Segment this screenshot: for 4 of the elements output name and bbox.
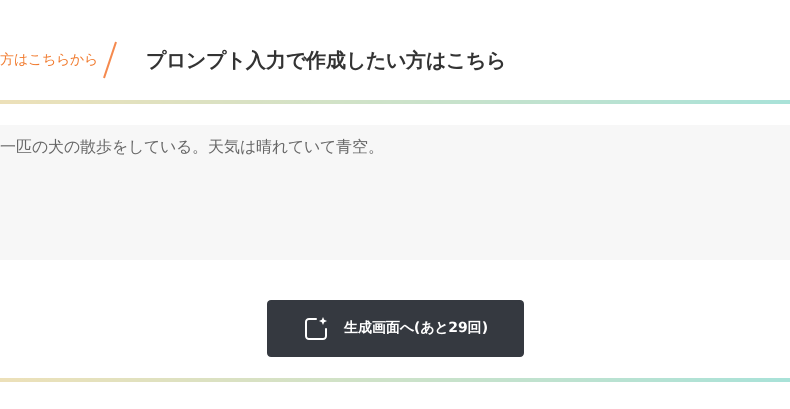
slash-separator xyxy=(103,42,117,78)
generate-button[interactable]: 生成画面へ(あと29回) xyxy=(266,300,524,357)
prompt-field[interactable]: 一匹の犬の散歩をしている。天気は晴れていて青空。 xyxy=(0,125,790,260)
tab[interactable]: プロンプト入力で作成したい方はこちら xyxy=(146,45,506,75)
